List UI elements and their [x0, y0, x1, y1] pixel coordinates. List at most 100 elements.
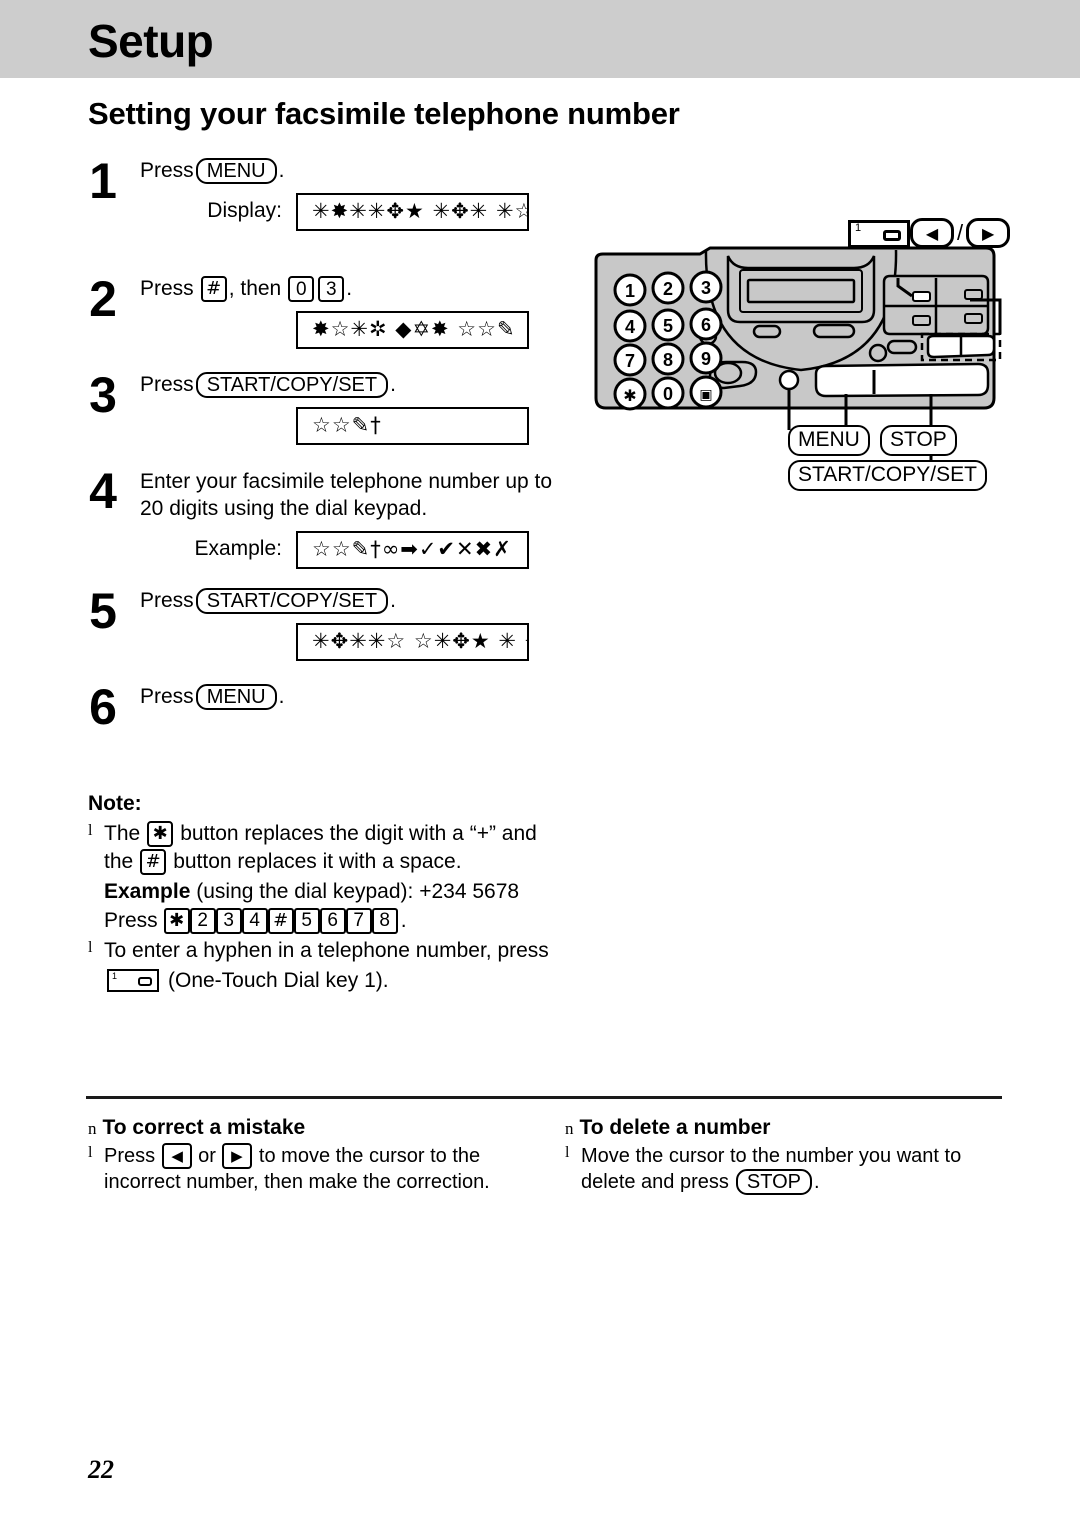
digit-key-0[interactable]: 0 — [288, 276, 315, 303]
right-arrow-icon[interactable]: ▶ — [966, 218, 1011, 248]
delete-number-heading-row: n To delete a number — [565, 1114, 995, 1141]
note-onetouch-line: 1 (One-Touch Dial key 1). — [104, 967, 588, 995]
one-touch-led-3 — [912, 315, 931, 326]
step-5-lcd: ✳✥✳✳☆ ☆✳✥★ ✳ ✳ — [296, 622, 529, 661]
delete-number-bullet: l Move the cursor to the number you want… — [565, 1143, 995, 1196]
svg-text:✱: ✱ — [623, 386, 636, 405]
note-title: Note: — [88, 792, 142, 815]
correct-mistake-line-2: incorrect number, then make the correcti… — [104, 1171, 490, 1194]
step-2-press-label: Press — [140, 277, 194, 300]
step-5-display-row: ✳✥✳✳☆ ☆✳✥★ ✳ ✳ — [140, 622, 580, 661]
step-6-period: . — [278, 685, 285, 708]
one-touch-dial-key-1[interactable]: 1 — [107, 968, 159, 992]
note-the-label: The — [104, 821, 141, 845]
start-copy-set-key-inline-5[interactable]: START/COPY/SET — [195, 588, 389, 615]
procedure-steps: 1 Press MENU . Display: ✳✸✳✳✥★ ✳✥✳ ✳☆ 2 … — [80, 153, 580, 754]
star-key-note[interactable]: ✱ — [147, 820, 174, 847]
keypad-key-6[interactable]: 6 — [319, 907, 346, 934]
correct-mistake-section: n To correct a mistake l Press ◀ or ▶ to… — [88, 1114, 518, 1195]
keypad-key-8[interactable]: 8 — [371, 907, 398, 934]
delete-number-heading: To delete a number — [579, 1116, 771, 1139]
keypad-key-2[interactable]: 2 — [189, 907, 216, 934]
chapter-header-band: Setup — [0, 0, 1080, 78]
correct-text-after: to move the cursor to the — [258, 1145, 481, 1168]
correct-mistake-heading: To correct a mistake — [102, 1116, 306, 1139]
keypad-key-5[interactable]: 5 — [293, 907, 320, 934]
step-3-period: . — [390, 373, 396, 396]
one-touch-led-icon — [138, 976, 152, 986]
step-6-instruction: Press MENU . — [140, 684, 580, 711]
delete-period: . — [813, 1171, 820, 1194]
note-line-1: The ✱ button replaces the digit with a “… — [104, 820, 588, 848]
step-5-press-label: Press — [140, 589, 194, 612]
menu-button-circle — [778, 369, 800, 391]
left-arrow-icon[interactable]: ◀ — [910, 218, 954, 248]
note-bullet-2: l To enter a hyphen in a telephone numbe… — [88, 937, 588, 995]
correct-mistake-heading-row: n To correct a mistake — [88, 1114, 518, 1141]
svg-text:2: 2 — [663, 279, 673, 299]
bullet-marker: l — [88, 821, 93, 839]
keypad-key-hash[interactable]: # — [267, 907, 294, 934]
svg-text:4: 4 — [625, 317, 635, 337]
note-bullet-1: l The ✱ button replaces the digit with a… — [88, 820, 588, 935]
note-press-line: Press ✱ 2 3 4 # 5 6 7 8 . — [104, 907, 588, 935]
step-1-press-label: Press — [140, 159, 194, 182]
svg-text:8: 8 — [663, 350, 673, 370]
note-text-1: button replaces the digit with a “+” and — [180, 821, 537, 845]
keypad-key-4[interactable]: 4 — [241, 907, 268, 934]
one-touch-callout-key[interactable]: 1 — [848, 220, 910, 248]
arrow-separator: / — [957, 220, 964, 245]
step-1-number: 1 — [89, 153, 117, 209]
bullet-marker-left: l — [88, 1144, 93, 1162]
left-arrow-key[interactable]: ◀ — [162, 1143, 193, 1170]
indicator-light-3 — [868, 343, 888, 363]
correct-or-label: or — [198, 1145, 216, 1168]
figure-label-start: START/COPY/SET — [788, 460, 987, 492]
step-1-lcd: ✳✸✳✳✥★ ✳✥✳ ✳☆ — [296, 192, 529, 231]
correct-mistake-line-1: Press ◀ or ▶ to move the cursor to the — [104, 1143, 518, 1170]
hash-key-inline[interactable]: # — [200, 276, 227, 303]
note-text-2: button replaces it with a space. — [173, 849, 462, 873]
start-stop-button-pair — [814, 362, 990, 398]
one-touch-led-4 — [964, 313, 983, 324]
step-4: 4 Enter your facsimile telephone number … — [80, 463, 580, 588]
section-divider — [86, 1096, 1002, 1099]
step-2-lcd: ✸☆✳✲ ◆✡✸ ☆☆✎ — [296, 310, 529, 349]
menu-key-inline-6[interactable]: MENU — [195, 684, 277, 711]
note-example-line: Example (using the dial keypad): +234 56… — [104, 878, 588, 906]
one-touch-key-number: 1 — [112, 970, 118, 981]
step-4-number: 4 — [89, 463, 117, 519]
hash-key-note[interactable]: # — [140, 848, 167, 875]
delete-number-section: n To delete a number l Move the cursor t… — [565, 1114, 995, 1196]
step-3-instruction: Press START/COPY/SET . — [140, 372, 580, 399]
note-example-bold: Example — [104, 879, 191, 903]
note-example-rest: (using the dial keypad): +234 5678 — [196, 879, 520, 903]
step-5-instruction: Press START/COPY/SET . — [140, 588, 580, 615]
step-4-display-label: Example: — [194, 537, 282, 561]
step-5-period: . — [390, 589, 396, 612]
svg-text:0: 0 — [663, 384, 673, 404]
start-copy-set-key-inline-3[interactable]: START/COPY/SET — [195, 372, 389, 399]
step-1-display-label: Display: — [207, 199, 282, 223]
step-2-period: . — [346, 277, 353, 300]
small-oval-button — [886, 339, 918, 355]
stop-key-inline[interactable]: STOP — [735, 1169, 812, 1196]
note-the-label-2: the — [104, 849, 134, 873]
step-1-display-row: Display: ✳✸✳✳✥★ ✳✥✳ ✳☆ — [140, 192, 580, 231]
step-4-lcd: ☆☆✎†∞➡✓✔✕✖✗ — [296, 530, 529, 569]
digit-key-3[interactable]: 3 — [318, 276, 345, 303]
keypad-key-7[interactable]: 7 — [345, 907, 372, 934]
note-block: Note: l The ✱ button replaces the digit … — [88, 790, 588, 994]
dome-button-right — [812, 323, 856, 339]
chapter-title: Setup — [88, 15, 214, 67]
step-2: 2 Press # , then 0 3 . ✸☆✳✲ ◆✡✸ ☆☆✎ — [80, 274, 580, 372]
menu-key-inline[interactable]: MENU — [195, 158, 277, 185]
right-arrow-key[interactable]: ▶ — [221, 1143, 252, 1170]
correct-press-label: Press — [104, 1145, 156, 1168]
note-line-2: the # button replaces it with a space. — [104, 848, 588, 876]
keypad-key-star[interactable]: ✱ — [163, 907, 190, 934]
note-onetouch-text: (One-Touch Dial key 1). — [168, 968, 389, 992]
keypad-key-3[interactable]: 3 — [215, 907, 242, 934]
svg-text:7: 7 — [625, 351, 635, 371]
step-6-number: 6 — [89, 679, 117, 735]
